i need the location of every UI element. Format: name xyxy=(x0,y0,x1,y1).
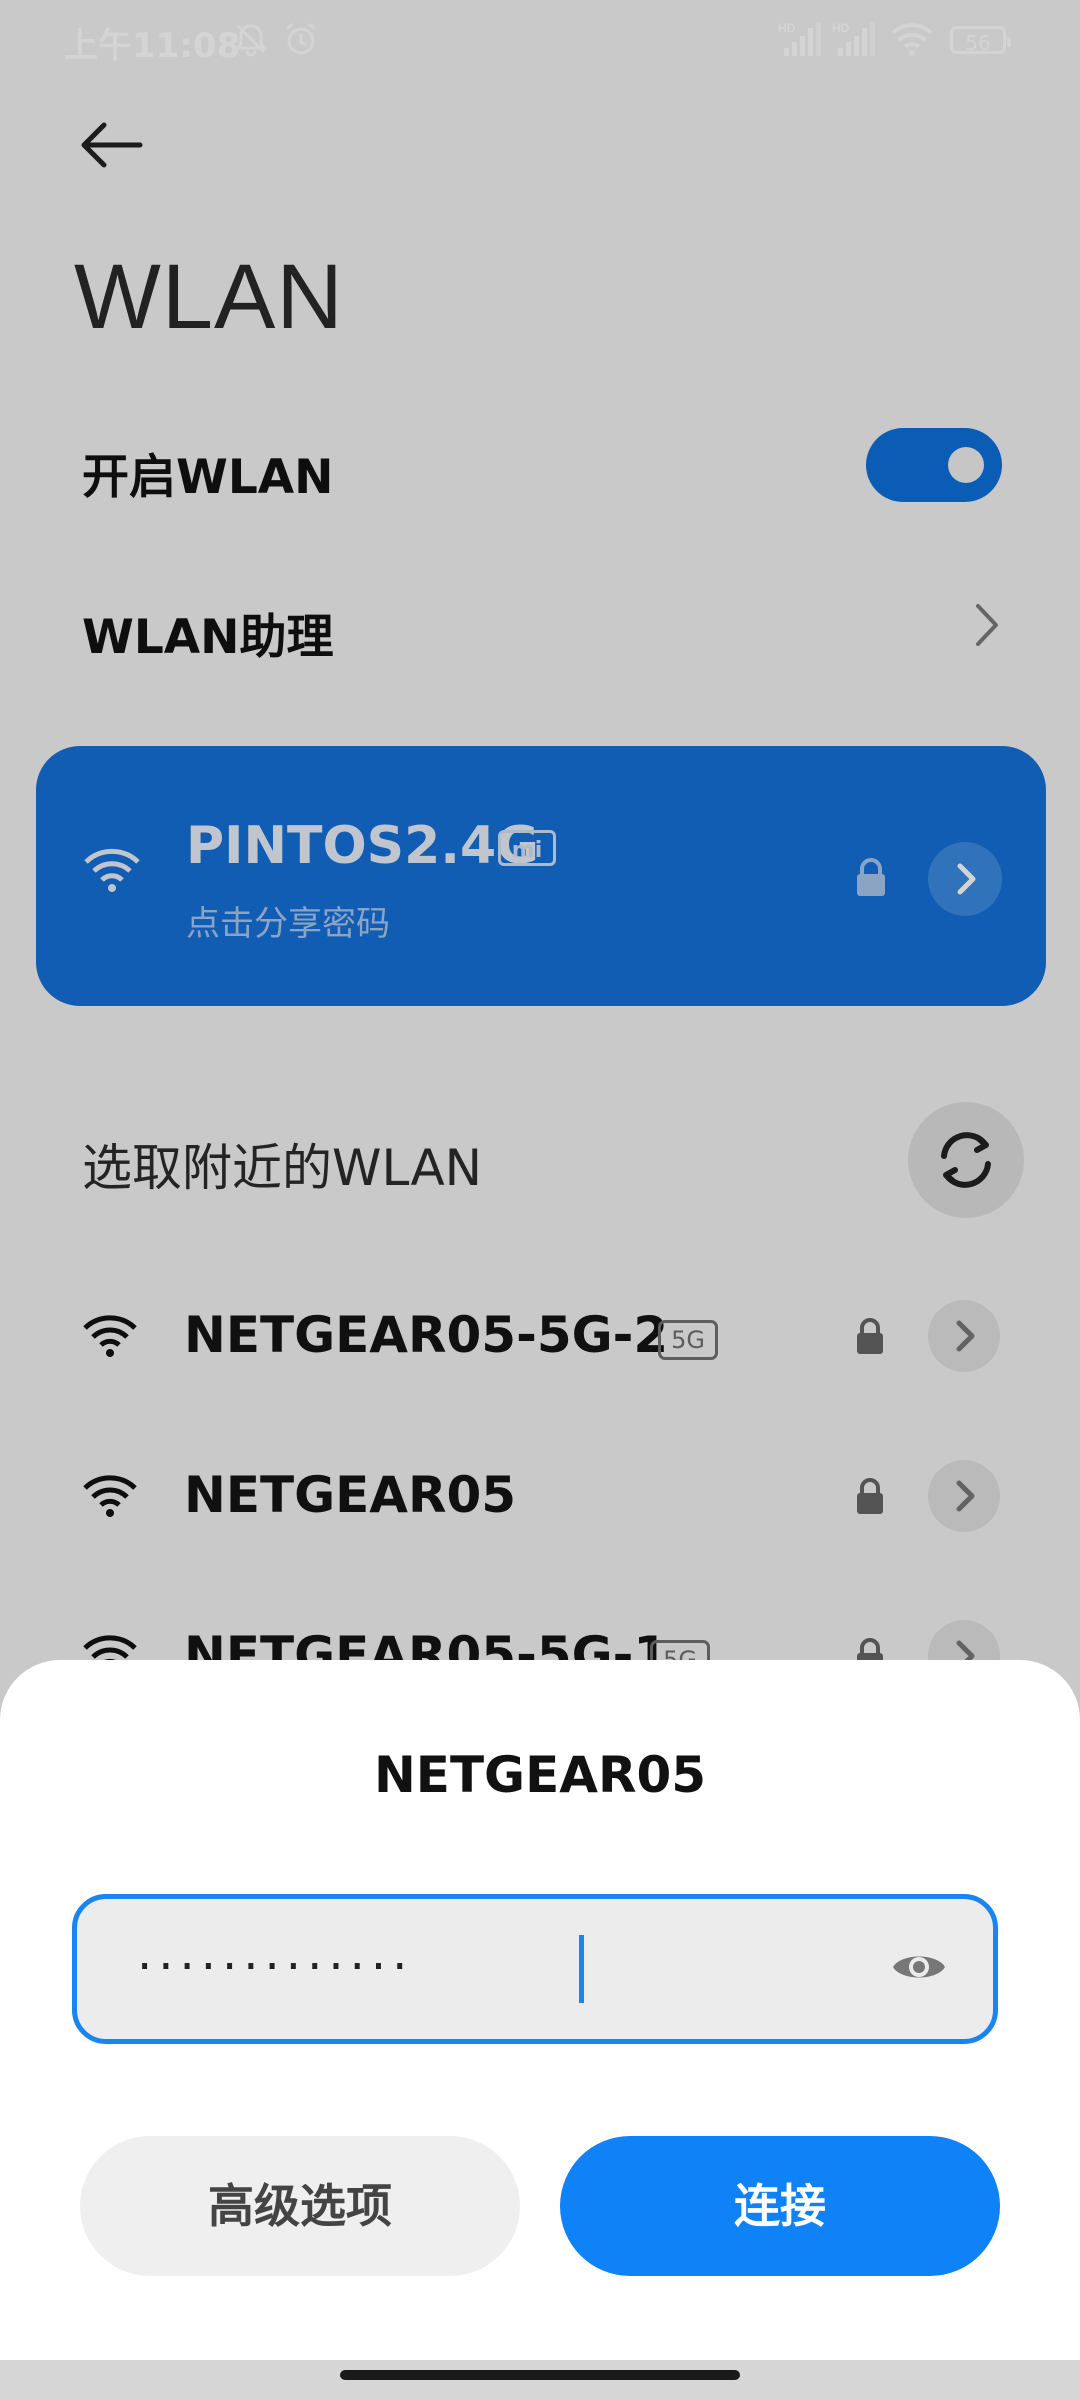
dialog-title: NETGEAR05 xyxy=(373,1746,707,1804)
home-indicator[interactable] xyxy=(340,2370,740,2380)
text-cursor xyxy=(579,1935,584,2003)
password-input[interactable]: ············· xyxy=(72,1894,998,2044)
connect-button[interactable]: 连接 xyxy=(560,2136,1000,2276)
advanced-options-button[interactable]: 高级选项 xyxy=(80,2136,520,2276)
password-dialog: NETGEAR05 ············· 高级选项 连接 xyxy=(0,1660,1080,2360)
gesture-bar xyxy=(0,2360,1080,2400)
eye-icon[interactable] xyxy=(889,1945,949,1993)
password-value: ············· xyxy=(137,1939,414,1995)
